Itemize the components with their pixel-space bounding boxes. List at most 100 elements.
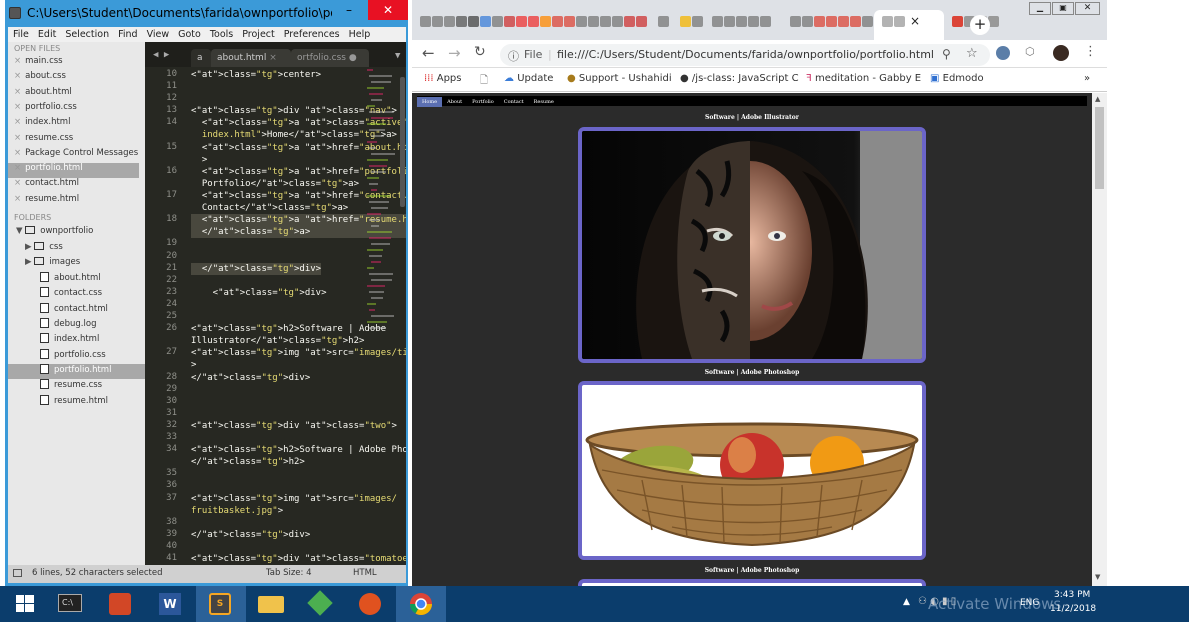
tab-portfolio-css[interactable]: ortfolio.css ● bbox=[291, 49, 369, 67]
star-icon[interactable]: ☆ bbox=[966, 46, 978, 61]
open-file-item[interactable]: × portfolio.css bbox=[8, 102, 139, 117]
sublime-app-icon[interactable]: S bbox=[196, 586, 246, 622]
close-button[interactable]: ✕ bbox=[368, 0, 408, 20]
clock-time[interactable]: 3:43 PM bbox=[1054, 590, 1090, 600]
tab-about-html[interactable]: about.html × bbox=[211, 49, 291, 67]
tab-favicon-icon[interactable] bbox=[680, 16, 691, 27]
tab-favicon-icon[interactable] bbox=[432, 16, 443, 27]
close-icon[interactable]: × bbox=[14, 133, 21, 143]
editor-scrollbar[interactable] bbox=[400, 77, 405, 207]
open-file-item[interactable]: × resume.html bbox=[8, 194, 139, 209]
menu-kebab-icon[interactable]: ⋮ bbox=[1084, 44, 1097, 59]
tab-favicon-icon[interactable] bbox=[826, 16, 837, 27]
close-icon[interactable]: × bbox=[14, 56, 21, 66]
extension-icon[interactable] bbox=[996, 46, 1010, 60]
close-icon[interactable]: × bbox=[14, 178, 21, 188]
tray-chevron-icon[interactable]: ▲ bbox=[903, 597, 910, 607]
menu-item-view[interactable]: View bbox=[142, 27, 174, 40]
profile-avatar[interactable] bbox=[1053, 45, 1069, 61]
tab-favicon-icon[interactable] bbox=[862, 16, 873, 27]
tab-favicon-icon[interactable] bbox=[540, 16, 551, 27]
back-icon[interactable]: ← bbox=[422, 44, 435, 62]
minimize-button[interactable]: – bbox=[336, 0, 362, 20]
close-icon[interactable]: × bbox=[14, 71, 21, 81]
tab-favicon-icon[interactable] bbox=[790, 16, 801, 27]
code-line[interactable]: </"at">class="tg">div> bbox=[191, 372, 310, 384]
chrome-minimize-button[interactable]: ▁ bbox=[1029, 2, 1051, 15]
close-icon[interactable]: × bbox=[14, 194, 21, 204]
tab-favicon-icon[interactable] bbox=[658, 16, 669, 27]
extension2-icon[interactable]: ⬡ bbox=[1025, 45, 1035, 58]
tab-favicon-icon[interactable] bbox=[528, 16, 539, 27]
tab-close-icon[interactable]: × bbox=[910, 14, 920, 28]
tab-size[interactable]: Tab Size: 4 bbox=[266, 568, 312, 578]
open-file-item[interactable]: × about.css bbox=[8, 71, 139, 86]
menu-item-preferences[interactable]: Preferences bbox=[279, 27, 344, 40]
language-indicator[interactable]: ENG bbox=[1020, 598, 1039, 608]
tab-favicon-icon[interactable] bbox=[692, 16, 703, 27]
panel-toggle-icon[interactable] bbox=[13, 569, 22, 577]
code-line[interactable]: </"at">class="tg">div> bbox=[191, 262, 322, 275]
tab-favicon-icon[interactable] bbox=[600, 16, 611, 27]
bookmark-meditation[interactable]: ꟻ meditation - Gabby E bbox=[806, 73, 921, 84]
tab-favicon-icon[interactable] bbox=[712, 16, 723, 27]
close-icon[interactable]: × bbox=[14, 102, 21, 112]
close-icon[interactable]: × bbox=[14, 117, 21, 127]
file-item[interactable]: contact.html bbox=[8, 302, 145, 318]
folder-images[interactable]: ▶ images bbox=[25, 256, 80, 272]
tab-favicon-icon[interactable] bbox=[588, 16, 599, 27]
chrome-restore-button[interactable]: ▣ bbox=[1052, 2, 1074, 15]
close-icon[interactable]: × bbox=[14, 163, 21, 173]
forward-icon[interactable]: → bbox=[448, 44, 461, 62]
menu-item-help[interactable]: Help bbox=[344, 27, 375, 40]
tab-favicon-icon[interactable] bbox=[952, 16, 963, 27]
tab-favicon-icon[interactable] bbox=[636, 16, 647, 27]
menu-item-project[interactable]: Project bbox=[237, 27, 279, 40]
bookmark-update[interactable]: ☁ Update bbox=[504, 73, 553, 84]
tab-close-icon[interactable]: × bbox=[269, 53, 277, 63]
site-nav-portfolio[interactable]: Portfolio bbox=[467, 97, 499, 107]
tab-favicon-icon[interactable] bbox=[736, 16, 747, 27]
code-line[interactable]: </"at">class="tg">div> bbox=[191, 529, 310, 541]
tab-favicon-icon[interactable] bbox=[468, 16, 479, 27]
reload-icon[interactable]: ↻ bbox=[474, 44, 486, 60]
code-line[interactable]: <"at">class="tg">div> bbox=[191, 287, 327, 299]
tab-favicon-icon[interactable] bbox=[802, 16, 813, 27]
terminal-app-icon[interactable]: C:\ bbox=[46, 586, 96, 622]
tab-favicon-icon[interactable] bbox=[516, 16, 527, 27]
tools-app-icon[interactable] bbox=[346, 586, 396, 622]
open-file-item[interactable]: × contact.html bbox=[8, 178, 139, 193]
tab-favicon-icon[interactable] bbox=[492, 16, 503, 27]
file-item[interactable]: debug.log bbox=[8, 318, 145, 333]
bookmark-edmodo[interactable]: ▣ Edmodo bbox=[930, 73, 984, 84]
menu-item-edit[interactable]: Edit bbox=[33, 27, 60, 40]
menu-item-tools[interactable]: Tools bbox=[205, 27, 237, 40]
code-line[interactable]: <"at">class="tg">div "at">class="two"> bbox=[191, 420, 397, 432]
page-icon[interactable]: 🗋 bbox=[480, 73, 488, 90]
tab-favicon-icon[interactable] bbox=[838, 16, 849, 27]
file-explorer-icon[interactable] bbox=[246, 586, 296, 622]
start-button[interactable] bbox=[0, 586, 50, 622]
tab-favicon-icon[interactable] bbox=[760, 16, 771, 27]
active-tab[interactable]: × bbox=[874, 10, 944, 40]
folder-root[interactable]: ▼ ownportfolio bbox=[16, 226, 93, 241]
bookmark-js-class[interactable]: ● /js-class: JavaScript C bbox=[680, 73, 799, 84]
tab-favicon-icon[interactable] bbox=[576, 16, 587, 27]
code-line[interactable]: <"at">class="tg">img "at">src="images/ f… bbox=[191, 493, 397, 517]
tab-favicon-icon[interactable] bbox=[480, 16, 491, 27]
app-diamond-icon[interactable] bbox=[296, 586, 346, 622]
site-nav-home[interactable]: Home bbox=[417, 97, 443, 107]
scroll-down-icon[interactable]: ▼ bbox=[1095, 573, 1100, 581]
tab-dropdown-icon[interactable]: ▼ bbox=[395, 51, 400, 61]
word-app-icon[interactable]: W bbox=[146, 586, 196, 622]
bookmark-ushahidi[interactable]: ● Support - Ushahidi bbox=[567, 73, 672, 84]
tab-nav-arrows-icon[interactable]: ◀ ▶ bbox=[153, 50, 169, 60]
tab-favicon-icon[interactable] bbox=[724, 16, 735, 27]
site-nav-contact[interactable]: Contact bbox=[499, 97, 529, 107]
tab-favicon-icon[interactable] bbox=[552, 16, 563, 27]
scroll-thumb[interactable] bbox=[1095, 107, 1104, 189]
menu-item-selection[interactable]: Selection bbox=[60, 27, 113, 40]
file-item[interactable]: portfolio.css bbox=[8, 348, 145, 364]
site-nav-about[interactable]: About bbox=[442, 97, 467, 107]
tab-favicon-icon[interactable] bbox=[504, 16, 515, 27]
